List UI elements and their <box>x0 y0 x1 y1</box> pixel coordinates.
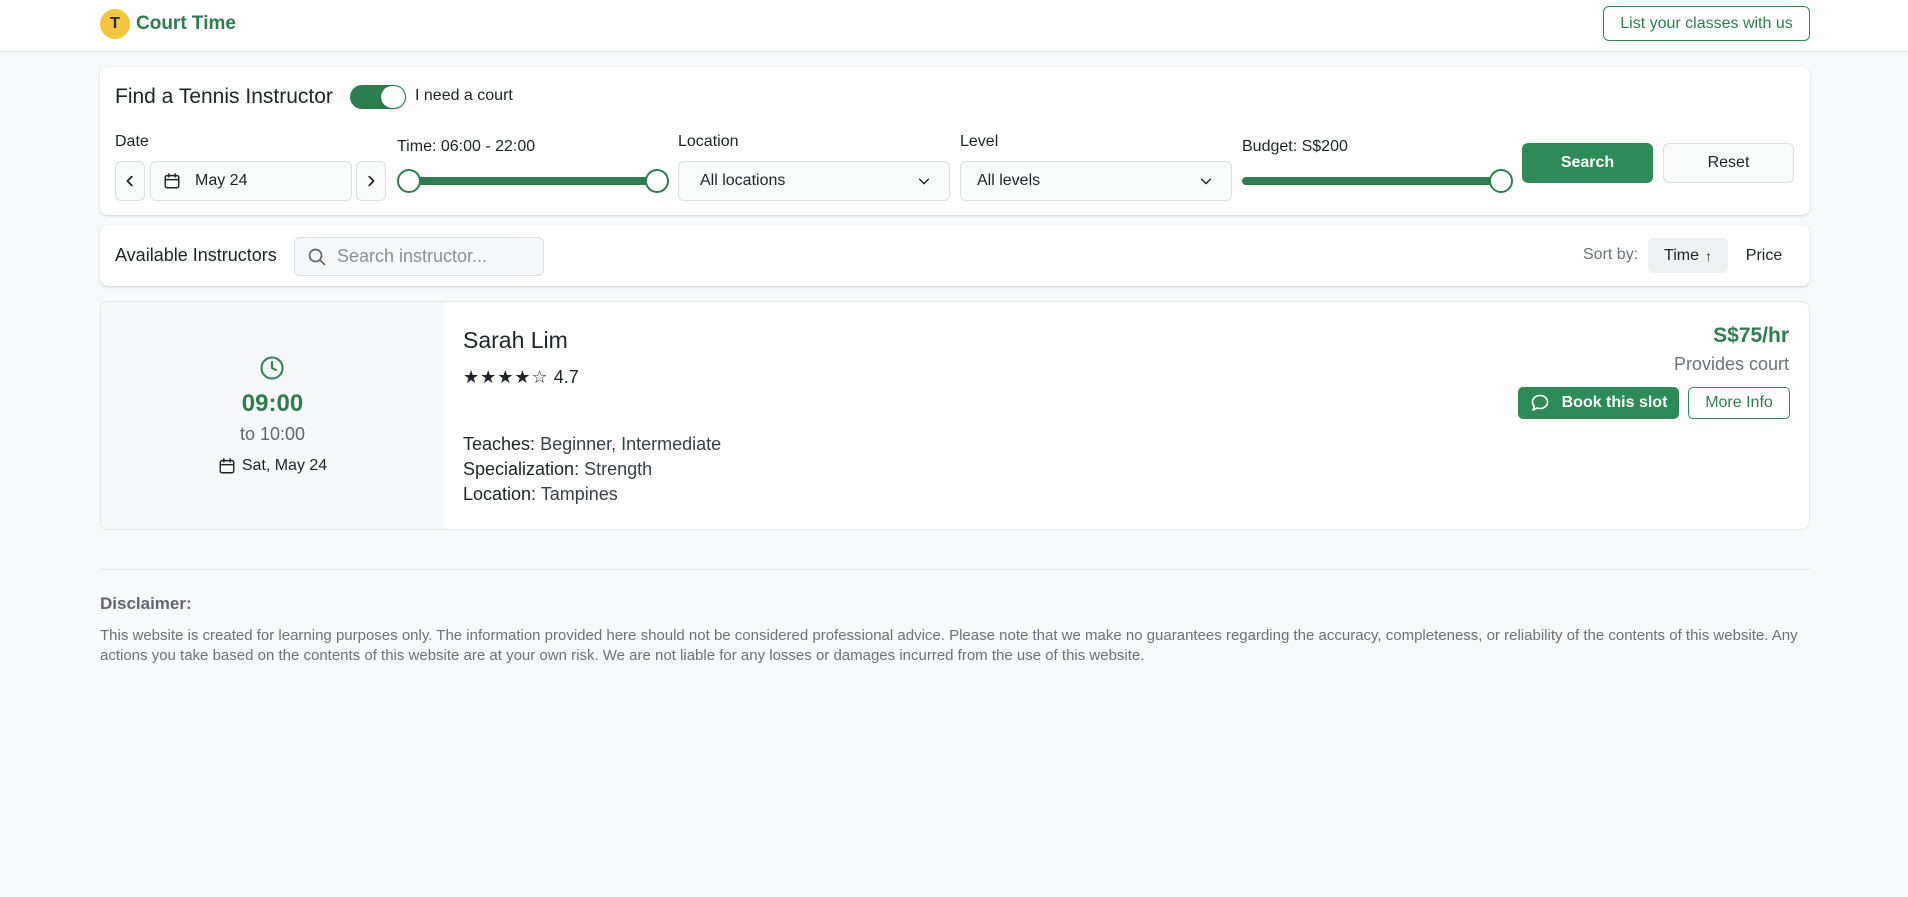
list-title: Available Instructors <box>115 245 277 265</box>
location-key: Location: <box>463 484 537 504</box>
more-info-button[interactable]: More Info <box>1688 387 1790 419</box>
sort-time-label: Time <box>1664 246 1699 264</box>
clock-icon <box>260 356 284 380</box>
brand[interactable]: T Court Time <box>100 9 236 39</box>
instructor-rating: ★★★★☆ 4.7 <box>463 367 579 388</box>
footer-divider <box>100 569 1810 570</box>
filter-title: Find a Tennis Instructor <box>115 85 333 108</box>
level-value: All levels <box>977 172 1041 189</box>
disclaimer-title: Disclaimer: <box>100 594 192 613</box>
time-slider-max-handle[interactable] <box>645 169 669 193</box>
chevron-right-icon <box>368 175 375 187</box>
slot-time-panel: 09:00 to 10:00 Sat, May 24 <box>101 302 444 529</box>
specialization-row: Specialization: Strength <box>463 459 652 480</box>
location-label: Location <box>678 133 739 150</box>
teaches-value: Beginner, Intermediate <box>540 434 722 454</box>
time-slider-min-handle[interactable] <box>397 169 421 193</box>
slot-price: S$75/hr <box>1713 324 1789 347</box>
search-button[interactable]: Search <box>1522 143 1653 183</box>
brand-name: Court Time <box>136 13 236 34</box>
location-select[interactable]: All locations <box>678 161 950 201</box>
date-prev-button[interactable] <box>115 161 145 201</box>
slot-end-time: to 10:00 <box>239 424 306 444</box>
instructor-search[interactable] <box>294 237 544 276</box>
disclaimer-text: This website is created for learning pur… <box>100 627 1798 664</box>
specialization-key: Specialization: <box>463 459 580 479</box>
need-court-toggle[interactable] <box>350 85 406 109</box>
rating-value: 4.7 <box>553 367 579 387</box>
time-slider-track[interactable] <box>409 177 657 185</box>
chevron-down-icon <box>918 178 930 185</box>
chat-bubble-icon <box>1531 394 1548 411</box>
teaches-key: Teaches: <box>463 434 536 454</box>
sort-price-button[interactable]: Price <box>1737 238 1791 273</box>
slot-date: Sat, May 24 <box>101 457 444 475</box>
instructor-list-bar: Available Instructors Sort by: Time ↑ Pr… <box>100 225 1810 286</box>
budget-slider-track[interactable] <box>1242 177 1501 185</box>
location-detail-value: Tampines <box>540 484 618 504</box>
specialization-value: Strength <box>584 459 653 479</box>
sort-time-button[interactable]: Time ↑ <box>1648 238 1728 273</box>
reset-button[interactable]: Reset <box>1663 143 1794 183</box>
calendar-icon <box>164 173 180 189</box>
date-value: May 24 <box>195 172 248 189</box>
search-input[interactable] <box>337 246 527 267</box>
budget-label: Budget: S$200 <box>1242 138 1348 155</box>
location-row: Location: Tampines <box>463 484 618 505</box>
instructor-name: Sarah Lim <box>463 327 568 353</box>
need-court-label: I need a court <box>415 87 513 104</box>
slot-start-time: 09:00 <box>241 390 304 417</box>
location-value: All locations <box>700 172 786 189</box>
level-select[interactable]: All levels <box>960 161 1232 201</box>
date-field[interactable]: May 24 <box>150 161 352 201</box>
star-rating-icon: ★★★★☆ <box>463 367 549 387</box>
calendar-icon <box>219 458 235 474</box>
chevron-left-icon <box>126 175 133 187</box>
level-label: Level <box>960 133 999 150</box>
date-label: Date <box>115 133 149 150</box>
sort-label: Sort by: <box>1583 246 1639 263</box>
chevron-down-icon <box>1200 178 1212 185</box>
slot-date-text: Sat, May 24 <box>241 457 328 474</box>
toggle-knob <box>381 86 405 108</box>
search-icon <box>308 248 326 265</box>
arrow-up-icon: ↑ <box>1704 247 1712 264</box>
book-slot-button[interactable]: Book this slot <box>1518 387 1679 419</box>
book-slot-label: Book this slot <box>1561 394 1668 411</box>
filter-panel: Find a Tennis Instructor I need a court … <box>100 67 1810 215</box>
top-bar: T Court Time List your classes with us <box>0 0 1908 52</box>
list-classes-button[interactable]: List your classes with us <box>1603 6 1810 41</box>
brand-logo: T <box>100 9 130 39</box>
teaches-row: Teaches: Beginner, Intermediate <box>463 434 721 455</box>
budget-slider-handle[interactable] <box>1489 169 1513 193</box>
date-next-button[interactable] <box>356 161 386 201</box>
instructor-slot-card[interactable]: 09:00 to 10:00 Sat, May 24 Sarah Lim ★★★… <box>100 301 1810 530</box>
provides-court-text: Provides court <box>1673 354 1789 374</box>
time-label: Time: 06:00 - 22:00 <box>397 138 536 155</box>
